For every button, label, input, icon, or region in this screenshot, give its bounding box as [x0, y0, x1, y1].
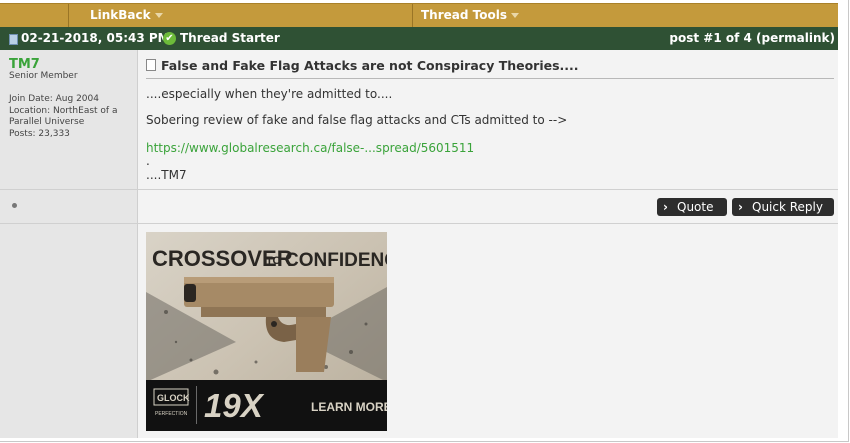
post-footer-left — [0, 189, 138, 223]
post-title-text: False and Fake Flag Attacks are not Cons… — [161, 58, 579, 73]
ad-row-right: CROSSOVER TO CONFIDENCE GLOCK PERFECTION… — [138, 223, 838, 438]
ad-model: 19X — [204, 387, 265, 424]
user-stats: Join Date: Aug 2004 Location: NorthEast … — [9, 94, 134, 140]
thread-toolbar: LinkBack Thread Tools — [0, 3, 838, 28]
ad-headline-to: TO — [266, 255, 282, 267]
toolbar-divider — [412, 4, 413, 27]
linkback-caret-icon — [154, 13, 163, 18]
linkback-menu[interactable]: LinkBack — [90, 4, 163, 27]
post-datetime: 02-21-2018, 05:43 PM — [21, 31, 170, 45]
post-content: False and Fake Flag Attacks are not Cons… — [138, 50, 838, 189]
chevron-right-icon: › — [663, 200, 668, 214]
ad-headline: CROSSOVER TO CONFIDENCE — [152, 246, 387, 271]
post-line: Sobering review of fake and false flag a… — [146, 113, 568, 127]
post-title: False and Fake Flag Attacks are not Cons… — [146, 58, 579, 73]
username-link[interactable]: TM7 — [9, 57, 40, 72]
bullet-icon — [12, 203, 17, 208]
thread-tools-label: Thread Tools — [421, 8, 507, 22]
thread-starter-badge: Thread Starter — [180, 31, 280, 45]
post-link[interactable]: https://www.globalresearch.ca/false-...s… — [146, 141, 474, 155]
chevron-right-icon: › — [738, 200, 743, 214]
post-header: 02-21-2018, 05:43 PM ✔ Thread Starter po… — [0, 27, 838, 50]
linkback-label: LinkBack — [90, 8, 151, 22]
thread-starter-check-icon: ✔ — [163, 32, 176, 45]
thread-tools-menu[interactable]: Thread Tools — [421, 4, 519, 27]
user-title: Senior Member — [9, 71, 78, 81]
post-dot: . — [146, 154, 150, 168]
thread-tools-caret-icon — [511, 13, 519, 18]
toolbar-divider — [68, 4, 69, 27]
ad-cta: LEARN MORE — [311, 400, 387, 414]
post-footer-actions: › Quote › Quick Reply — [138, 189, 838, 223]
post-doc-icon — [9, 34, 18, 45]
title-divider — [146, 78, 834, 79]
post-title-icon — [146, 59, 156, 71]
quote-label: Quote — [677, 200, 714, 214]
post-count: Posts: 23,333 — [9, 128, 70, 139]
post-permalink[interactable]: post #1 of 4 (permalink) — [669, 27, 835, 50]
user-info-panel: TM7 Senior Member Join Date: Aug 2004 Lo… — [0, 50, 138, 189]
glock-advertisement[interactable]: CROSSOVER TO CONFIDENCE GLOCK PERFECTION… — [146, 232, 387, 431]
quick-reply-button[interactable]: › Quick Reply — [732, 198, 834, 216]
post-signoff: ....TM7 — [146, 168, 187, 182]
post-line: ....especially when they're admitted to.… — [146, 87, 393, 101]
ad-brand-sub: PERFECTION — [155, 411, 188, 417]
user-location: Location: NorthEast of a Parallel Univer… — [9, 105, 118, 128]
join-date: Join Date: Aug 2004 — [9, 94, 99, 104]
ad-row-left — [0, 223, 138, 438]
quick-reply-label: Quick Reply — [752, 200, 823, 214]
ad-headline-right: CONFIDENCE — [285, 250, 387, 271]
ad-brand: GLOCK — [157, 393, 190, 403]
quote-button[interactable]: › Quote — [657, 198, 727, 216]
